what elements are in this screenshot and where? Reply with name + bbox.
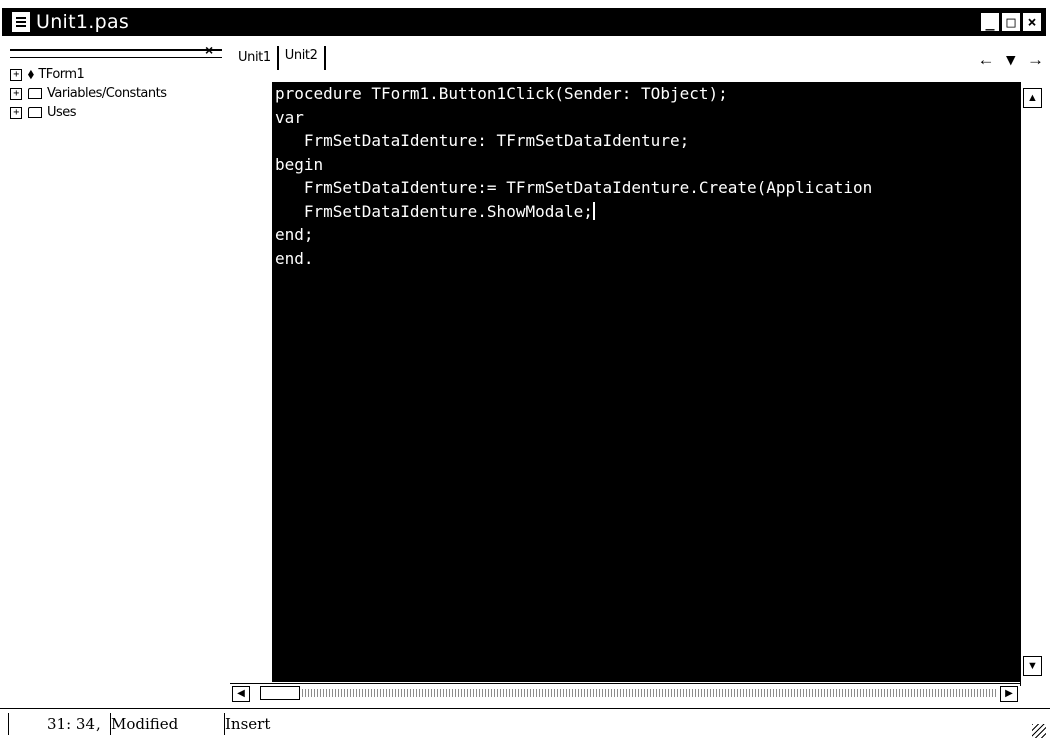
scrollbar-track[interactable]	[302, 689, 998, 697]
back-arrow-icon[interactable]: ←	[977, 50, 994, 70]
code-line: begin	[275, 154, 324, 174]
document-icon	[12, 12, 30, 32]
tree-item-uses[interactable]: + Uses	[10, 105, 77, 120]
scroll-right-icon[interactable]: ▶	[1000, 686, 1018, 702]
vertical-scrollbar[interactable]: ▲ ▼	[1020, 82, 1045, 686]
code-line: end;	[275, 225, 314, 244]
code-line: procedure TForm1.Button1Click(Sender: TO…	[275, 84, 728, 103]
code-line-with-caret: FrmSetDataIdenture.ShowModale;	[272, 200, 1020, 224]
code-editor[interactable]: procedure TForm1.Button1Click(Sender: TO…	[272, 82, 1020, 682]
expand-icon[interactable]: +	[10, 68, 22, 81]
scroll-down-icon[interactable]: ▼	[1023, 656, 1042, 676]
folder-icon	[28, 88, 42, 99]
expand-icon[interactable]: +	[10, 106, 22, 119]
folder-icon	[28, 107, 42, 118]
tree-item-tform1[interactable]: + ⬧ TForm1	[10, 67, 85, 82]
title-bar: Unit1.pas _ □ ×	[2, 8, 1046, 36]
code-line: FrmSetDataIdenture:= TFrmSetDataIdenture…	[275, 178, 873, 197]
maximize-button[interactable]: □	[1001, 12, 1021, 32]
code-line: FrmSetDataIdenture: TFrmSetDataIdenture;	[275, 131, 690, 150]
tree-item-label: Uses	[47, 105, 77, 120]
cursor-position: 31: 34	[8, 713, 95, 735]
tree-item-label: TForm1	[38, 67, 85, 82]
tab-unit2[interactable]: Unit2	[276, 46, 326, 70]
dropdown-arrow-icon[interactable]: ▾	[1006, 50, 1015, 70]
scrollbar-thumb[interactable]	[260, 686, 300, 700]
tab-unit1[interactable]: Unit1	[232, 48, 277, 70]
code-line-text: FrmSetDataIdenture.ShowModale;	[275, 201, 593, 221]
status-bar: 31: 34 , Modified Insert	[0, 708, 1050, 742]
horizontal-scrollbar[interactable]: ◀ ▶	[230, 683, 1020, 704]
window-controls: _ □ ×	[980, 12, 1042, 32]
minimize-button[interactable]: _	[980, 12, 1000, 32]
window-title: Unit1.pas	[36, 11, 130, 33]
navigation-arrows: ← ▾ →	[977, 50, 1044, 70]
text-caret	[592, 201, 595, 220]
code-line: var	[275, 107, 304, 127]
ide-window: Unit1.pas _ □ × × + ⬧ TForm1 + Variables…	[0, 0, 1050, 742]
modified-indicator: Modified	[110, 713, 221, 735]
code-explorer: × + ⬧ TForm1 + Variables/Constants + Use…	[0, 40, 230, 706]
code-line: end.	[275, 248, 314, 268]
scroll-up-icon[interactable]: ▲	[1023, 88, 1042, 108]
expand-icon[interactable]: +	[10, 87, 22, 100]
tree-item-label: Variables/Constants	[47, 86, 167, 101]
close-button[interactable]: ×	[1022, 12, 1042, 32]
explorer-close-button[interactable]: ×	[205, 42, 213, 58]
editor-tabs: Unit1 Unit2	[232, 46, 326, 70]
scroll-left-icon[interactable]: ◀	[232, 686, 250, 702]
tree-item-variables-constants[interactable]: + Variables/Constants	[10, 86, 167, 101]
editor-gutter	[230, 82, 272, 682]
class-icon: ⬧	[28, 67, 34, 82]
resize-grip-icon[interactable]	[1032, 724, 1046, 738]
forward-arrow-icon[interactable]: →	[1027, 50, 1044, 70]
explorer-header	[10, 49, 222, 58]
insert-mode-indicator: Insert	[224, 713, 305, 735]
